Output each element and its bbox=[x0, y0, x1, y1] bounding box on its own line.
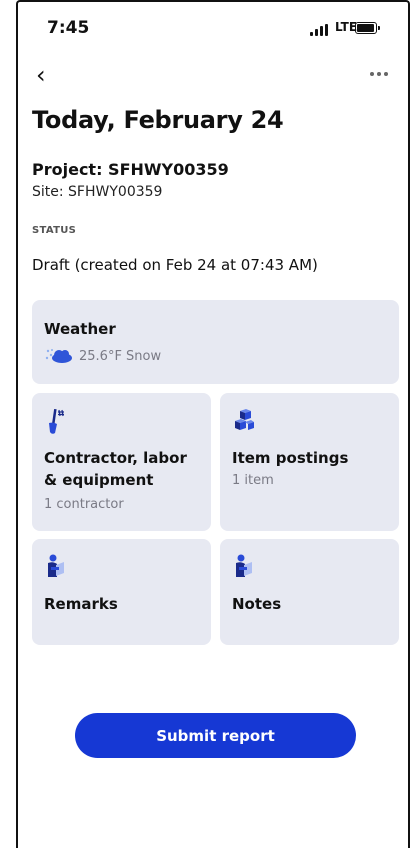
weather-summary: 25.6°F Snow bbox=[79, 348, 162, 364]
contractor-title: Contractor, labor & equipment bbox=[44, 449, 187, 489]
weather-title: Weather bbox=[44, 320, 116, 338]
signal-icon bbox=[310, 24, 330, 36]
shovel-icon bbox=[49, 408, 64, 434]
page-title: Today, February 24 bbox=[32, 106, 284, 134]
project-name: Project: SFHWY00359 bbox=[32, 160, 229, 179]
remarks-title: Remarks bbox=[44, 595, 118, 613]
person-reading-icon bbox=[48, 554, 64, 577]
battery-icon bbox=[355, 22, 380, 34]
person-reading-icon bbox=[236, 554, 252, 577]
submit-report-button[interactable]: Submit report bbox=[75, 713, 356, 758]
status-text: Draft (created on Feb 24 at 07:43 AM) bbox=[32, 256, 318, 274]
site-name: Site: SFHWY00359 bbox=[32, 184, 163, 200]
weather-card[interactable]: Weather 25.6°F Snow bbox=[32, 300, 399, 384]
weather-summary-row: 25.6°F Snow bbox=[45, 348, 161, 364]
more-options-button[interactable] bbox=[370, 62, 394, 86]
notes-card[interactable]: Notes bbox=[220, 539, 399, 645]
contractor-subtitle: 1 contractor bbox=[44, 497, 124, 512]
status-label: STATUS bbox=[32, 225, 77, 236]
snow-cloud-icon bbox=[45, 349, 72, 363]
status-time: 7:45 bbox=[47, 18, 90, 38]
contractor-card[interactable]: Contractor, labor & equipment 1 contract… bbox=[32, 393, 211, 531]
back-button[interactable]: ‹ bbox=[36, 60, 46, 90]
boxes-icon bbox=[235, 409, 254, 430]
remarks-card[interactable]: Remarks bbox=[32, 539, 211, 645]
more-dot-icon bbox=[384, 72, 388, 76]
item-postings-title: Item postings bbox=[232, 449, 349, 467]
status-bar: 7:45 LTE bbox=[0, 0, 410, 60]
network-label: LTE bbox=[335, 20, 358, 34]
item-postings-card[interactable]: Item postings 1 item bbox=[220, 393, 399, 531]
more-dot-icon bbox=[377, 72, 381, 76]
item-postings-subtitle: 1 item bbox=[232, 473, 274, 488]
more-dot-icon bbox=[370, 72, 374, 76]
notes-title: Notes bbox=[232, 595, 282, 613]
